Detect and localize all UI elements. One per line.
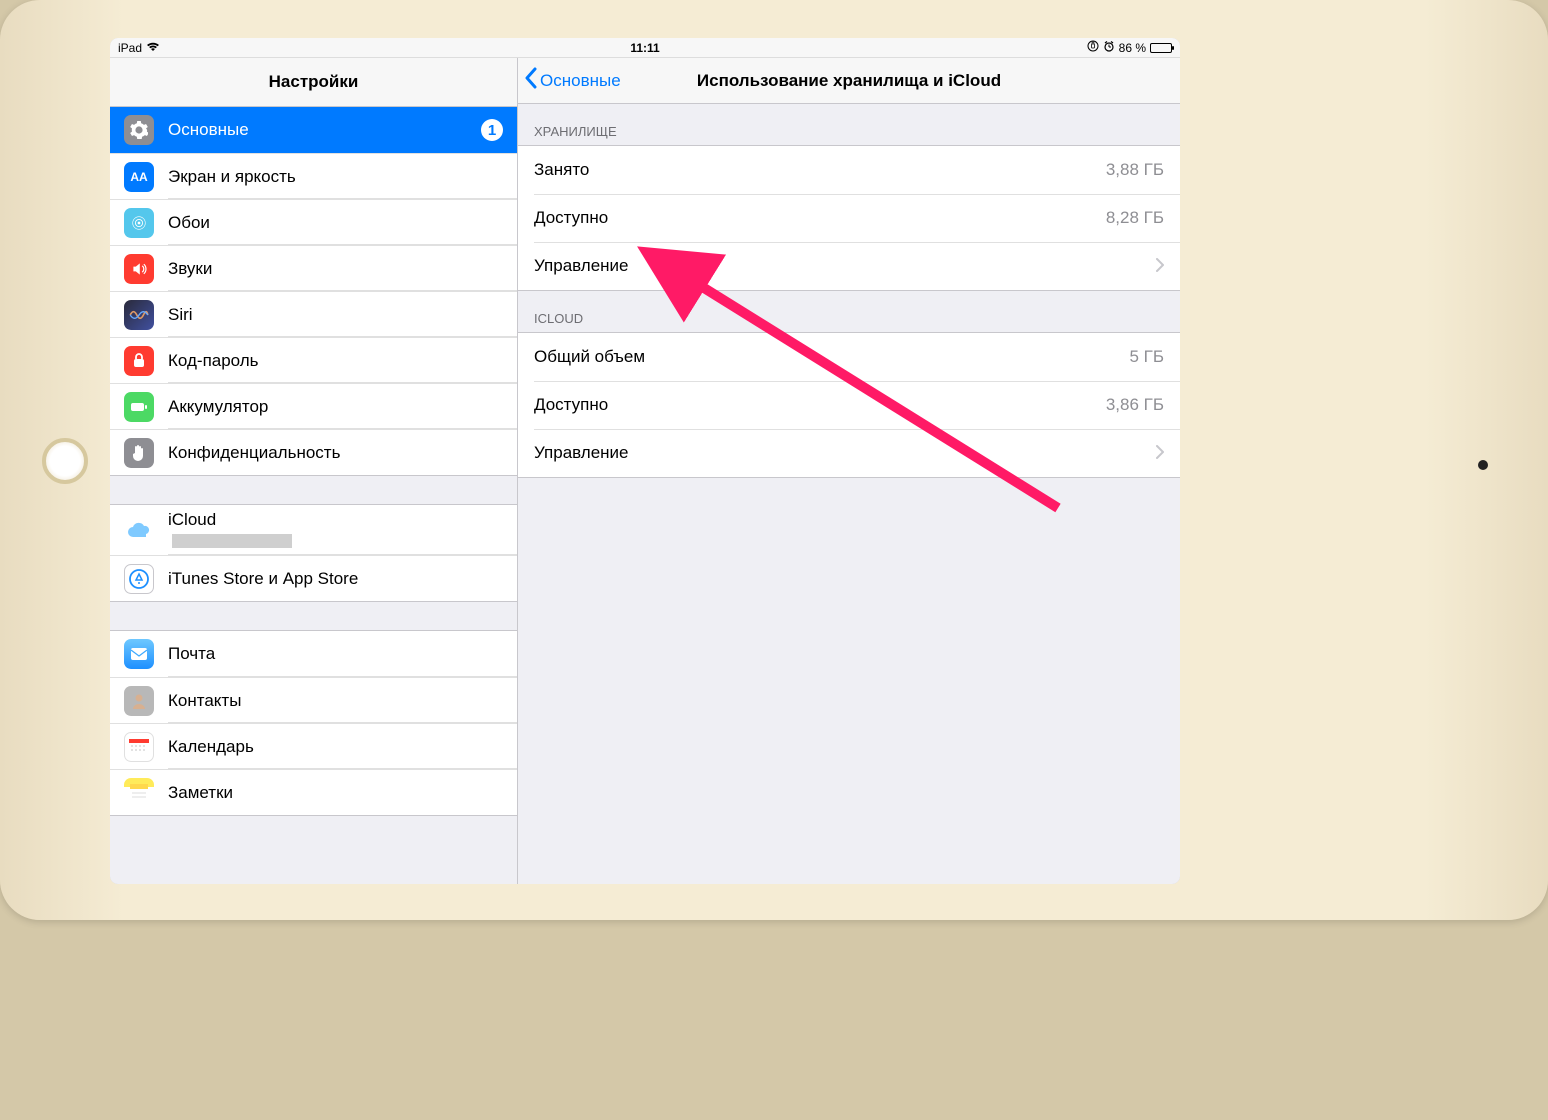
badge: 1 — [481, 119, 503, 141]
row-value: 5 ГБ — [1129, 347, 1164, 367]
sidebar-item-label: Конфиденциальность — [168, 443, 517, 463]
storage-group: Занято 3,88 ГБ Доступно 8,28 ГБ Управлен… — [518, 145, 1180, 291]
wifi-icon — [146, 41, 160, 55]
sidebar-item-mail[interactable]: Почта — [110, 631, 517, 677]
sidebar-item-label: Почта — [168, 644, 517, 664]
notes-icon — [124, 778, 154, 808]
detail-pane: Основные Использование хранилища и iClou… — [518, 58, 1180, 884]
detail-navbar: Основные Использование хранилища и iClou… — [518, 58, 1180, 104]
chevron-right-icon — [1156, 443, 1164, 464]
orientation-lock-icon — [1087, 40, 1099, 55]
row-icloud-total: Общий объем 5 ГБ — [518, 333, 1180, 381]
back-label: Основные — [540, 71, 621, 91]
sidebar-item-passcode[interactable]: Код-пароль — [110, 337, 517, 383]
row-storage-manage[interactable]: Управление — [518, 242, 1180, 290]
wallpaper-icon — [124, 208, 154, 238]
sidebar-item-label: Основные — [168, 120, 481, 140]
sidebar-item-display[interactable]: AA Экран и яркость — [110, 153, 517, 199]
row-value: 3,86 ГБ — [1106, 395, 1164, 415]
row-label: Общий объем — [534, 347, 1129, 367]
display-icon: AA — [124, 162, 154, 192]
battery-percent: 86 % — [1119, 41, 1146, 55]
battery-icon — [1150, 43, 1172, 53]
sidebar-group-3: Почта Контакты Календарь — [110, 630, 517, 816]
clock: 11:11 — [630, 41, 659, 55]
row-storage-used: Занято 3,88 ГБ — [518, 146, 1180, 194]
cloud-icon — [124, 515, 154, 545]
sidebar-item-icloud[interactable]: iCloud — [110, 505, 517, 555]
row-label: Доступно — [534, 208, 1106, 228]
sidebar-item-siri[interactable]: Siri — [110, 291, 517, 337]
row-value: 3,88 ГБ — [1106, 160, 1164, 180]
row-label: Управление — [534, 256, 1148, 276]
sidebar-item-label: Звуки — [168, 259, 517, 279]
back-button[interactable]: Основные — [518, 67, 621, 94]
sidebar-group-2: iCloud iTunes Store и App Store — [110, 504, 517, 602]
device-frame: iPad 11:11 86 % Настройки — [0, 0, 1548, 920]
screen: iPad 11:11 86 % Настройки — [110, 38, 1180, 884]
sidebar-item-battery[interactable]: Аккумулятор — [110, 383, 517, 429]
sidebar-title: Настройки — [110, 58, 517, 107]
row-label: Управление — [534, 443, 1148, 463]
siri-icon — [124, 300, 154, 330]
sidebar-item-label: Заметки — [168, 783, 517, 803]
lock-icon — [124, 346, 154, 376]
row-icloud-available: Доступно 3,86 ГБ — [518, 381, 1180, 429]
sidebar-item-label: iTunes Store и App Store — [168, 569, 517, 589]
sidebar-item-sounds[interactable]: Звуки — [110, 245, 517, 291]
section-header-storage: ХРАНИЛИЩЕ — [518, 104, 1180, 145]
sidebar-item-itunes[interactable]: iTunes Store и App Store — [110, 555, 517, 601]
sidebar-item-label: Siri — [168, 305, 517, 325]
row-storage-available: Доступно 8,28 ГБ — [518, 194, 1180, 242]
mail-icon — [124, 639, 154, 669]
sidebar-item-general[interactable]: Основные 1 — [110, 107, 517, 153]
sidebar-item-wallpaper[interactable]: Обои — [110, 199, 517, 245]
sidebar-item-notes[interactable]: Заметки — [110, 769, 517, 815]
sounds-icon — [124, 254, 154, 284]
alarm-icon — [1103, 40, 1115, 55]
sidebar-item-label: Обои — [168, 213, 517, 233]
device-label: iPad — [118, 41, 142, 55]
row-value: 8,28 ГБ — [1106, 208, 1164, 228]
settings-sidebar: Настройки Основные 1 AA Экран и яркость — [110, 58, 518, 884]
row-label: Занято — [534, 160, 1106, 180]
status-bar: iPad 11:11 86 % — [110, 38, 1180, 58]
hand-icon — [124, 438, 154, 468]
sidebar-item-contacts[interactable]: Контакты — [110, 677, 517, 723]
contacts-icon — [124, 686, 154, 716]
sidebar-item-label: Календарь — [168, 737, 517, 757]
row-icloud-manage[interactable]: Управление — [518, 429, 1180, 477]
sidebar-group-1: Основные 1 AA Экран и яркость Обои — [110, 107, 517, 476]
front-camera — [1478, 460, 1488, 470]
sidebar-item-label: Экран и яркость — [168, 167, 517, 187]
sidebar-item-label: Контакты — [168, 691, 517, 711]
battery-icon — [124, 392, 154, 422]
sidebar-item-label: Аккумулятор — [168, 397, 517, 417]
home-button[interactable] — [42, 438, 88, 484]
sidebar-item-label: iCloud — [168, 510, 517, 550]
appstore-icon — [124, 564, 154, 594]
section-header-icloud: ICLOUD — [518, 291, 1180, 332]
sidebar-item-label: Код-пароль — [168, 351, 517, 371]
redacted-email — [172, 534, 292, 548]
gear-icon — [124, 115, 154, 145]
chevron-left-icon — [524, 67, 538, 94]
row-label: Доступно — [534, 395, 1106, 415]
chevron-right-icon — [1156, 256, 1164, 277]
detail-title: Использование хранилища и iCloud — [697, 71, 1001, 91]
sidebar-item-privacy[interactable]: Конфиденциальность — [110, 429, 517, 475]
calendar-icon — [124, 732, 154, 762]
icloud-group: Общий объем 5 ГБ Доступно 3,86 ГБ Управл… — [518, 332, 1180, 478]
sidebar-item-calendar[interactable]: Календарь — [110, 723, 517, 769]
